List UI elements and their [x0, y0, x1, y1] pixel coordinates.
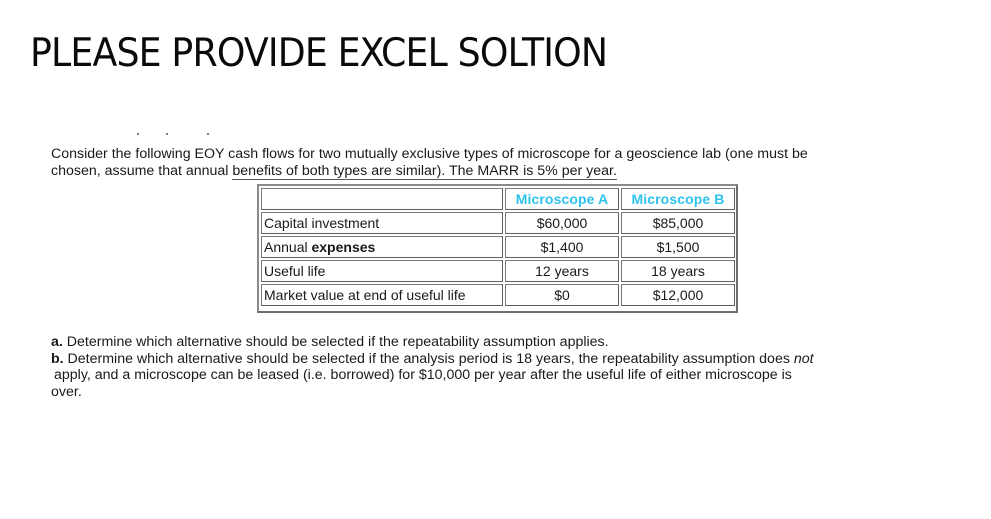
question-b-line-2: apply, and a microscope can be leased (i…: [54, 367, 792, 383]
question-a-text: Determine which alternative should be se…: [62, 334, 609, 350]
question-b-emphasis: not: [793, 350, 814, 367]
problem-statement-line-1: Consider the following EOY cash flows fo…: [51, 146, 808, 162]
cell-b-useful-life: 18 years: [621, 260, 735, 282]
row-label-annual-expenses: Annual expenses: [261, 236, 503, 258]
dot: [137, 133, 139, 135]
questions: a. Determine which alternative should be…: [51, 334, 956, 400]
problem-statement: Consider the following EOY cash flows fo…: [51, 146, 951, 180]
question-b: b. Determine which alternative should be…: [51, 351, 956, 368]
header-microscope-a: Microscope A: [505, 188, 619, 210]
row-label-text: Market value at end of useful life: [264, 287, 466, 303]
question-a-marker: a.: [51, 334, 63, 350]
row-label-market-value: Market value at end of useful life: [261, 284, 503, 306]
dot: [207, 133, 209, 135]
question-b-text-1: Determine which alternative should be se…: [63, 350, 794, 367]
page-heading: PLEASE PROVIDE EXCEL SOLTION: [30, 31, 608, 76]
row-label-text: Capital investment: [264, 215, 380, 231]
row-label-capital-investment: Capital investment: [261, 212, 503, 234]
problem-statement-line-2-underlined: benefits of both types are similar). The…: [232, 162, 617, 180]
table-header-row: Microscope A Microscope B: [261, 188, 735, 210]
cell-b-capital-investment: $85,000: [621, 212, 735, 234]
cell-a-capital-investment: $60,000: [505, 212, 619, 234]
row-label-useful-life: Useful life: [261, 260, 503, 282]
cell-b-annual-expenses: $1,500: [621, 236, 735, 258]
question-a: a. Determine which alternative should be…: [51, 334, 956, 351]
table-row: Capital investment $60,000 $85,000: [261, 212, 735, 234]
stray-dots: [137, 133, 217, 137]
cell-a-market-value: $0: [505, 284, 619, 306]
row-label-bold: expenses: [311, 239, 376, 255]
dot: [166, 133, 168, 135]
cell-b-market-value: $12,000: [621, 284, 735, 306]
question-b-line-3: over.: [51, 383, 82, 400]
cell-a-annual-expenses: $1,400: [505, 236, 619, 258]
question-b-marker: b.: [51, 350, 64, 367]
row-label-text: Useful life: [264, 263, 326, 279]
row-label-text: Annual: [264, 239, 312, 255]
table-row: Useful life 12 years 18 years: [261, 260, 735, 282]
cash-flow-table: Microscope A Microscope B Capital invest…: [259, 186, 737, 308]
header-cell-empty: [261, 188, 503, 210]
cell-a-useful-life: 12 years: [505, 260, 619, 282]
header-microscope-b: Microscope B: [621, 188, 735, 210]
problem-statement-line-2-start: chosen, assume that annual: [51, 162, 233, 179]
table-row: Annual expenses $1,400 $1,500: [261, 236, 735, 258]
table-row: Market value at end of useful life $0 $1…: [261, 284, 735, 306]
problem-statement-line-2: chosen, assume that annual benefits of b…: [51, 162, 951, 180]
